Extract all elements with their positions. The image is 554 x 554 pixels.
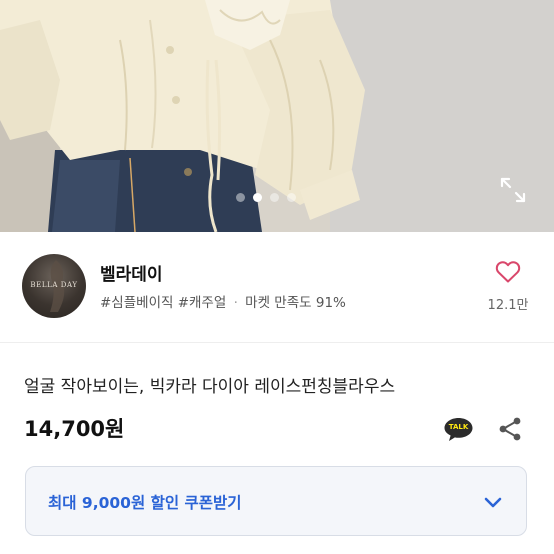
shop-logo[interactable]: BELLA DAY [22,254,86,318]
carousel-indicator [236,193,296,202]
market-satisfaction: 마켓 만족도 91% [245,295,346,311]
product-info: 얼굴 작아보이는, 빅카라 다이아 레이스펀칭블라우스 14,700원 TALK… [0,342,554,554]
product-image-carousel[interactable] [0,0,554,232]
shop-logo-text: BELLA DAY [30,281,78,289]
section-divider [0,342,554,343]
meta-separator: · [233,295,238,311]
kakao-talk-button[interactable]: TALK [443,416,474,442]
coupon-download-button[interactable]: 최대 9,000원 할인 쿠폰받기 [25,466,527,536]
carousel-dot[interactable] [270,193,279,202]
product-price: 14,700원 [24,417,125,441]
carousel-dot[interactable] [287,193,296,202]
share-button[interactable] [497,416,523,442]
heart-icon [495,261,521,283]
shop-meta: #심플베이직 #캐주얼 · 마켓 만족도 91% [100,291,346,311]
talk-label: TALK [448,423,469,431]
carousel-dot[interactable] [236,193,245,202]
shop-tags[interactable]: #심플베이직 #캐주얼 [100,295,226,311]
carousel-dot-active[interactable] [253,193,262,202]
product-title: 얼굴 작아보이는, 빅카라 다이아 레이스펀칭블라우스 [24,377,396,397]
expand-icon [500,177,526,203]
shop-info-row[interactable]: BELLA DAY 벨라데이 #심플베이직 #캐주얼 · 마켓 만족도 91% … [0,232,554,342]
expand-image-button[interactable] [498,175,528,205]
chevron-down-icon [484,497,502,508]
coupon-label: 최대 9,000원 할인 쿠폰받기 [48,494,242,512]
like-button[interactable]: 12.1만 [482,260,534,313]
shop-name[interactable]: 벨라데이 [100,260,163,285]
share-icon [499,417,521,441]
like-count: 12.1만 [487,298,529,313]
